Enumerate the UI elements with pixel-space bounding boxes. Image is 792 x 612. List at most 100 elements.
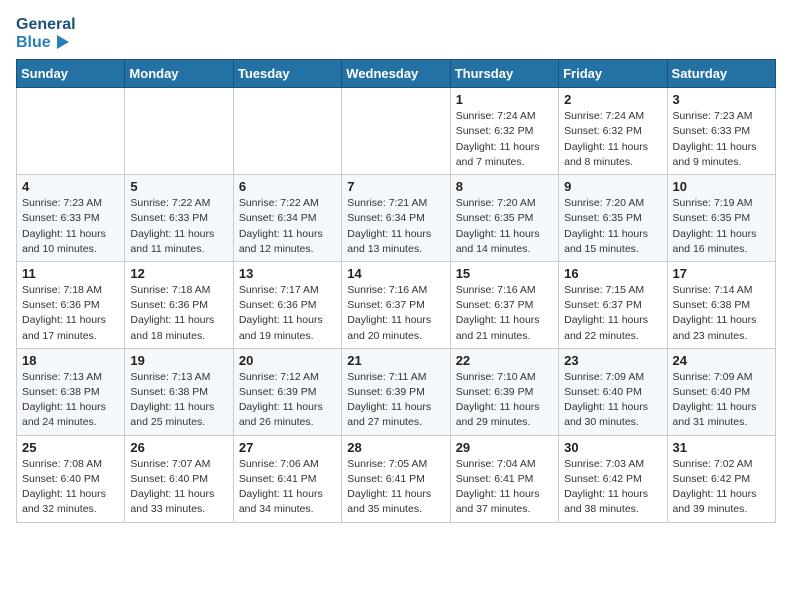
day-info: Sunrise: 7:23 AMSunset: 6:33 PMDaylight:…: [22, 196, 119, 257]
day-info: Sunrise: 7:20 AMSunset: 6:35 PMDaylight:…: [456, 196, 553, 257]
calendar-day-cell: 30Sunrise: 7:03 AMSunset: 6:42 PMDayligh…: [559, 435, 667, 522]
day-number: 8: [456, 179, 553, 194]
day-info: Sunrise: 7:08 AMSunset: 6:40 PMDaylight:…: [22, 457, 119, 518]
day-number: 2: [564, 92, 661, 107]
calendar-day-cell: 15 Sunrise: 7:16 AMSunset: 6:37 PMDayligh…: [450, 261, 558, 348]
calendar-day-cell: 16 Sunrise: 7:15 AMSunset: 6:37 PMDayligh…: [559, 261, 667, 348]
calendar-week-row: 4Sunrise: 7:23 AMSunset: 6:33 PMDaylight…: [17, 175, 776, 262]
day-info: Sunrise: 7:04 AMSunset: 6:41 PMDaylight:…: [456, 457, 553, 518]
calendar-day-cell: 28 Sunrise: 7:05 AMSunset: 6:41 PMDayligh…: [342, 435, 450, 522]
day-number: 21: [347, 353, 444, 368]
day-number: 25: [22, 440, 119, 455]
day-info: Sunrise: 7:23 AMSunset: 6:33 PMDaylight:…: [673, 109, 770, 170]
day-info: Sunrise: 7:11 AMSunset: 6:39 PMDaylight:…: [347, 370, 444, 431]
day-number: 6: [239, 179, 336, 194]
calendar-week-row: 1Sunrise: 7:24 AMSunset: 6:32 PMDaylight…: [17, 88, 776, 175]
day-info: Sunrise: 7:24 AMSunset: 6:32 PMDaylight:…: [564, 109, 661, 170]
weekday-header-cell: Tuesday: [233, 60, 341, 88]
calendar-day-cell: 23 Sunrise: 7:09 AMSunset: 6:40 PMDayligh…: [559, 348, 667, 435]
day-info: Sunrise: 7:06 AMSunset: 6:41 PMDaylight:…: [239, 457, 336, 518]
calendar-day-cell: 1Sunrise: 7:24 AMSunset: 6:32 PMDaylight…: [450, 88, 558, 175]
day-number: 17: [673, 266, 770, 281]
day-info: Sunrise: 7:22 AMSunset: 6:33 PMDaylight:…: [130, 196, 227, 257]
calendar-week-row: 25 Sunrise: 7:08 AMSunset: 6:40 PMDayligh…: [17, 435, 776, 522]
day-number: 12: [130, 266, 227, 281]
day-info: Sunrise: 7:16 AMSunset: 6:37 PMDaylight:…: [347, 283, 444, 344]
day-number: 9: [564, 179, 661, 194]
weekday-header-cell: Thursday: [450, 60, 558, 88]
calendar-day-cell: 19 Sunrise: 7:13 AMSunset: 6:38 PMDayligh…: [125, 348, 233, 435]
day-info: Sunrise: 7:24 AMSunset: 6:32 PMDaylight:…: [456, 109, 553, 170]
calendar-day-cell: 11Sunrise: 7:18 AMSunset: 6:36 PMDayligh…: [17, 261, 125, 348]
day-number: 29: [456, 440, 553, 455]
day-info: Sunrise: 7:09 AMSunset: 6:40 PMDaylight:…: [564, 370, 661, 431]
calendar-day-cell: 5 Sunrise: 7:22 AMSunset: 6:33 PMDaylight…: [125, 175, 233, 262]
day-number: 28: [347, 440, 444, 455]
day-number: 23: [564, 353, 661, 368]
calendar-table: SundayMondayTuesdayWednesdayThursdayFrid…: [16, 59, 776, 522]
calendar-day-cell: 27 Sunrise: 7:06 AMSunset: 6:41 PMDayligh…: [233, 435, 341, 522]
day-number: 24: [673, 353, 770, 368]
calendar-week-row: 18 Sunrise: 7:13 AMSunset: 6:38 PMDayligh…: [17, 348, 776, 435]
day-number: 7: [347, 179, 444, 194]
day-info: Sunrise: 7:21 AMSunset: 6:34 PMDaylight:…: [347, 196, 444, 257]
calendar-day-cell: 31Sunrise: 7:02 AMSunset: 6:42 PMDayligh…: [667, 435, 775, 522]
day-number: 10: [673, 179, 770, 194]
day-number: 20: [239, 353, 336, 368]
day-info: Sunrise: 7:15 AMSunset: 6:37 PMDaylight:…: [564, 283, 661, 344]
calendar-day-cell: [233, 88, 341, 175]
day-info: Sunrise: 7:10 AMSunset: 6:39 PMDaylight:…: [456, 370, 553, 431]
calendar-day-cell: 4Sunrise: 7:23 AMSunset: 6:33 PMDaylight…: [17, 175, 125, 262]
day-number: 14: [347, 266, 444, 281]
calendar-day-cell: 10 Sunrise: 7:19 AMSunset: 6:35 PMDayligh…: [667, 175, 775, 262]
day-info: Sunrise: 7:12 AMSunset: 6:39 PMDaylight:…: [239, 370, 336, 431]
calendar-day-cell: 29 Sunrise: 7:04 AMSunset: 6:41 PMDayligh…: [450, 435, 558, 522]
day-info: Sunrise: 7:14 AMSunset: 6:38 PMDaylight:…: [673, 283, 770, 344]
calendar-day-cell: 14 Sunrise: 7:16 AMSunset: 6:37 PMDayligh…: [342, 261, 450, 348]
weekday-header-cell: Wednesday: [342, 60, 450, 88]
day-number: 18: [22, 353, 119, 368]
day-number: 3: [673, 92, 770, 107]
weekday-header-cell: Sunday: [17, 60, 125, 88]
day-info: Sunrise: 7:16 AMSunset: 6:37 PMDaylight:…: [456, 283, 553, 344]
weekday-header-row: SundayMondayTuesdayWednesdayThursdayFrid…: [17, 60, 776, 88]
calendar-day-cell: 17 Sunrise: 7:14 AMSunset: 6:38 PMDayligh…: [667, 261, 775, 348]
weekday-header-cell: Friday: [559, 60, 667, 88]
calendar-day-cell: 13 Sunrise: 7:17 AMSunset: 6:36 PMDayligh…: [233, 261, 341, 348]
calendar-day-cell: 8 Sunrise: 7:20 AMSunset: 6:35 PMDaylight…: [450, 175, 558, 262]
day-number: 13: [239, 266, 336, 281]
day-info: Sunrise: 7:20 AMSunset: 6:35 PMDaylight:…: [564, 196, 661, 257]
day-info: Sunrise: 7:13 AMSunset: 6:38 PMDaylight:…: [22, 370, 119, 431]
day-number: 5: [130, 179, 227, 194]
calendar-day-cell: 7 Sunrise: 7:21 AMSunset: 6:34 PMDaylight…: [342, 175, 450, 262]
day-info: Sunrise: 7:19 AMSunset: 6:35 PMDaylight:…: [673, 196, 770, 257]
page-header: General Blue: [16, 16, 776, 51]
day-info: Sunrise: 7:05 AMSunset: 6:41 PMDaylight:…: [347, 457, 444, 518]
day-info: Sunrise: 7:18 AMSunset: 6:36 PMDaylight:…: [22, 283, 119, 344]
weekday-header-cell: Monday: [125, 60, 233, 88]
calendar-day-cell: 9 Sunrise: 7:20 AMSunset: 6:35 PMDaylight…: [559, 175, 667, 262]
logo: General Blue: [16, 16, 76, 51]
day-info: Sunrise: 7:17 AMSunset: 6:36 PMDaylight:…: [239, 283, 336, 344]
day-info: Sunrise: 7:02 AMSunset: 6:42 PMDaylight:…: [673, 457, 770, 518]
calendar-day-cell: 3 Sunrise: 7:23 AMSunset: 6:33 PMDaylight…: [667, 88, 775, 175]
day-number: 27: [239, 440, 336, 455]
day-number: 19: [130, 353, 227, 368]
day-info: Sunrise: 7:22 AMSunset: 6:34 PMDaylight:…: [239, 196, 336, 257]
day-info: Sunrise: 7:07 AMSunset: 6:40 PMDaylight:…: [130, 457, 227, 518]
calendar-day-cell: 24Sunrise: 7:09 AMSunset: 6:40 PMDayligh…: [667, 348, 775, 435]
day-number: 16: [564, 266, 661, 281]
calendar-day-cell: 2 Sunrise: 7:24 AMSunset: 6:32 PMDaylight…: [559, 88, 667, 175]
day-info: Sunrise: 7:13 AMSunset: 6:38 PMDaylight:…: [130, 370, 227, 431]
calendar-day-cell: 6 Sunrise: 7:22 AMSunset: 6:34 PMDaylight…: [233, 175, 341, 262]
day-info: Sunrise: 7:18 AMSunset: 6:36 PMDaylight:…: [130, 283, 227, 344]
calendar-body: 1Sunrise: 7:24 AMSunset: 6:32 PMDaylight…: [17, 88, 776, 522]
calendar-day-cell: 12 Sunrise: 7:18 AMSunset: 6:36 PMDayligh…: [125, 261, 233, 348]
day-number: 22: [456, 353, 553, 368]
day-number: 15: [456, 266, 553, 281]
calendar-day-cell: 22 Sunrise: 7:10 AMSunset: 6:39 PMDayligh…: [450, 348, 558, 435]
calendar-day-cell: [342, 88, 450, 175]
calendar-day-cell: 18 Sunrise: 7:13 AMSunset: 6:38 PMDayligh…: [17, 348, 125, 435]
day-number: 30: [564, 440, 661, 455]
calendar-day-cell: 25 Sunrise: 7:08 AMSunset: 6:40 PMDayligh…: [17, 435, 125, 522]
